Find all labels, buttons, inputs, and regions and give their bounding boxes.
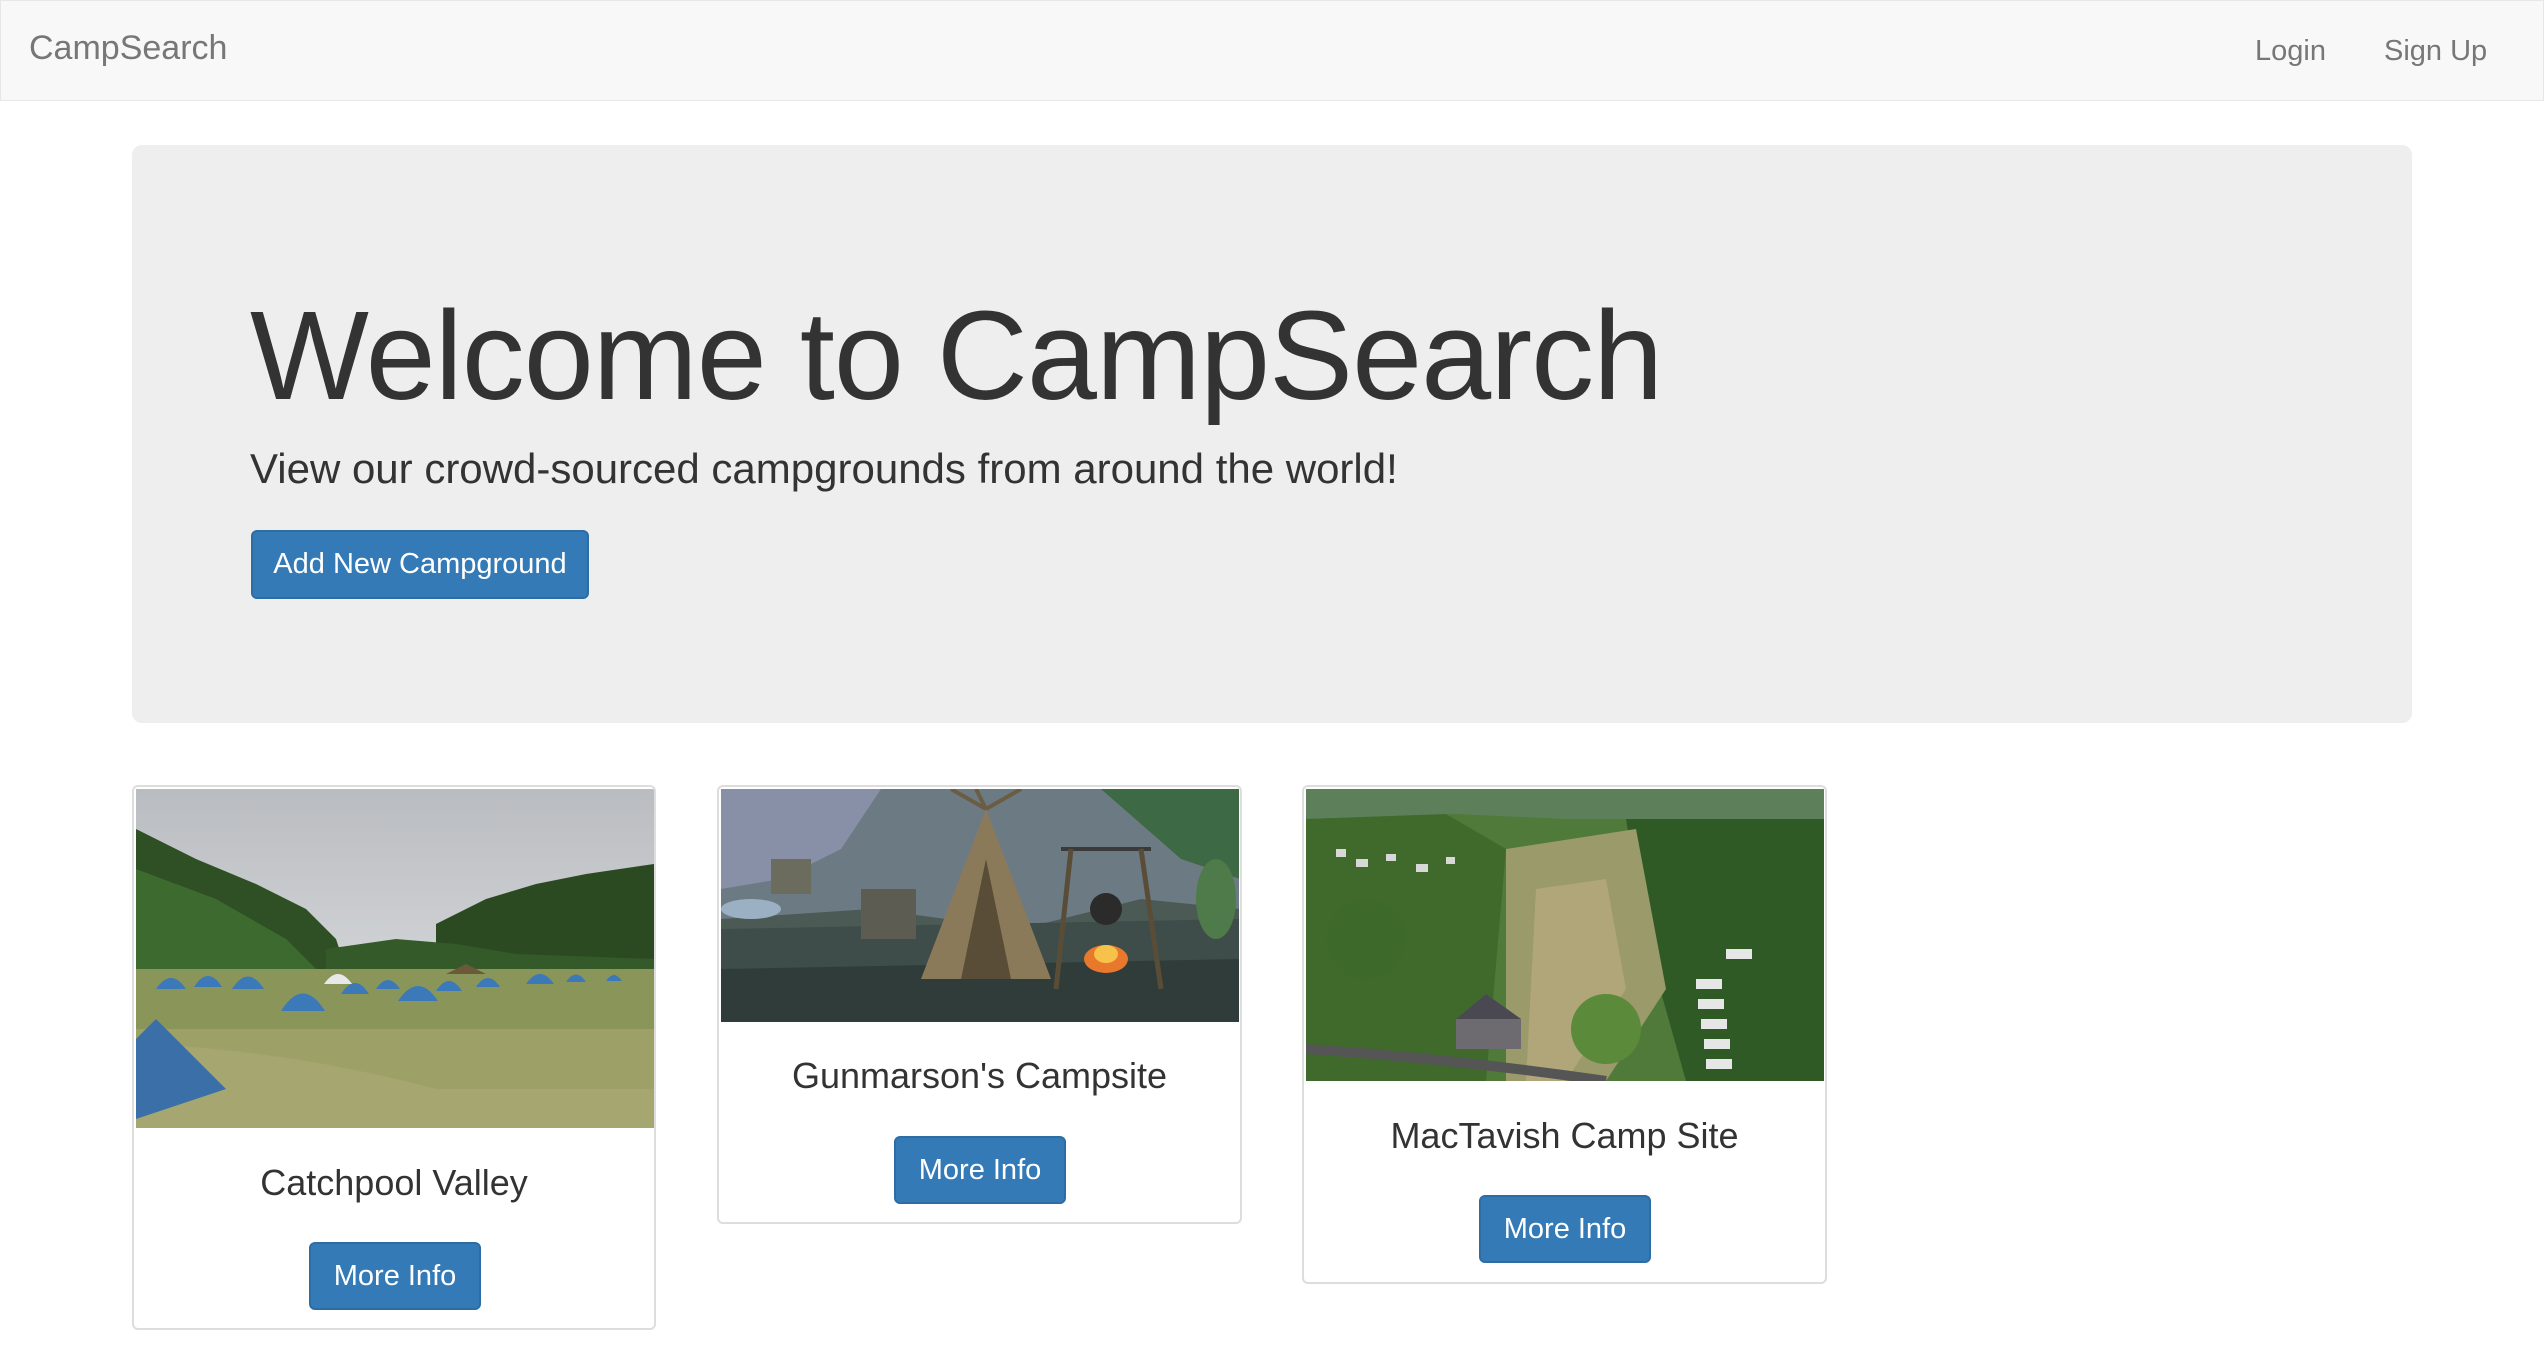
page-title: Welcome to CampSearch (250, 285, 1663, 426)
campground-image (136, 789, 654, 1128)
campground-name: Catchpool Valley (260, 1162, 528, 1203)
campground-image (721, 789, 1239, 1022)
signup-link[interactable]: Sign Up (2384, 35, 2487, 68)
login-link[interactable]: Login (2255, 35, 2326, 68)
campground-card: Catchpool Valley More Info (132, 785, 656, 1330)
page-subtitle: View our crowd-sourced campgrounds from … (250, 445, 1398, 492)
navbar: CampSearch Login Sign Up (0, 0, 2544, 101)
jumbotron: Welcome to CampSearch View our crowd-sou… (132, 145, 2412, 723)
add-campground-button[interactable]: Add New Campground (251, 530, 589, 599)
more-info-button[interactable]: More Info (1479, 1195, 1651, 1263)
more-info-button[interactable]: More Info (894, 1136, 1066, 1204)
brand-link[interactable]: CampSearch (29, 29, 227, 68)
campground-card: Gunmarson's Campsite More Info (717, 785, 1242, 1224)
campground-name: MacTavish Camp Site (1390, 1115, 1739, 1156)
campground-name: Gunmarson's Campsite (791, 1055, 1167, 1096)
campground-card: MacTavish Camp Site More Info (1302, 785, 1827, 1284)
more-info-button[interactable]: More Info (309, 1242, 481, 1310)
campground-image (1306, 789, 1824, 1081)
